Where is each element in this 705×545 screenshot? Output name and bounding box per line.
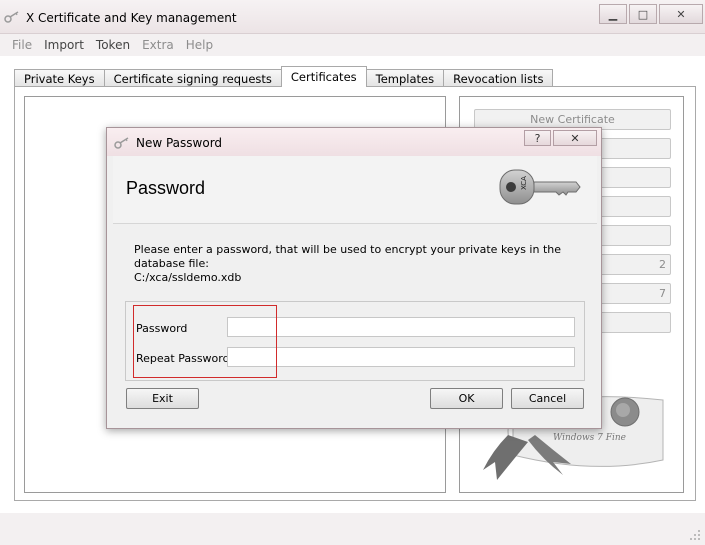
tab-revocation-lists[interactable]: Revocation lists [443,69,554,87]
close-button[interactable]: ✕ [659,4,703,24]
password-label: Password [136,322,188,335]
password-form: Password Repeat Password [125,301,585,381]
tab-bar: Private Keys Certificate signing request… [14,66,554,87]
dialog-header: Password XCA [113,156,597,224]
maximize-button[interactable]: □ [629,4,657,24]
repeat-password-input[interactable] [227,347,575,367]
window-title: X Certificate and Key management [26,11,237,25]
menu-extra[interactable]: Extra [142,38,174,52]
cancel-button[interactable]: Cancel [511,388,584,409]
ribbon-text: Windows 7 Fine [553,433,626,443]
minimize-button[interactable]: ▁ [599,4,627,24]
dialog-controls: ? ✕ [522,130,597,146]
ok-button[interactable]: OK [430,388,503,409]
menu-help[interactable]: Help [186,38,213,52]
dialog-heading: Password [126,178,206,198]
password-input[interactable] [227,317,575,337]
maximize-icon: □ [637,7,649,21]
tab-certificates[interactable]: Certificates [280,66,367,87]
menu-token[interactable]: Token [96,38,130,52]
dialog-close-button[interactable]: ✕ [553,130,597,146]
dialog-description: Please enter a password, that will be us… [134,243,594,285]
key-icon: XCA [499,169,581,205]
close-icon: ✕ [676,7,686,21]
menubar: File Import Token Extra Help [0,34,705,56]
description-line-1: Please enter a password, that will be us… [134,243,562,270]
dialog-key-icon [114,137,129,149]
window-controls: ▁ □ ✕ [599,4,703,24]
dialog-title: New Password [136,136,223,150]
new-password-dialog: New Password ? ✕ Password XCA Please ent… [106,127,602,429]
menu-file[interactable]: File [12,38,32,52]
new-certificate-label: New Certificate [530,113,615,126]
help-button[interactable]: ? [524,130,551,146]
key-label: XCA [520,176,528,190]
menu-import[interactable]: Import [44,38,84,52]
resize-grip-icon[interactable] [689,529,701,541]
tab-private-keys[interactable]: Private Keys [14,69,105,87]
app-key-icon [4,11,19,23]
exit-button[interactable]: Exit [126,388,199,409]
tab-certificate-signing-requests[interactable]: Certificate signing requests [103,69,282,87]
dialog-titlebar[interactable]: New Password ? ✕ [107,128,601,156]
dialog-close-icon: ✕ [570,131,580,145]
help-icon: ? [534,131,541,145]
minimize-icon: ▁ [608,7,618,21]
repeat-password-label: Repeat Password [136,352,230,365]
status-bar [0,513,705,545]
database-file-path: C:/xca/ssldemo.xdb [134,271,242,284]
side-button-6-label: 2 [659,258,666,271]
side-button-7-label: 7 [659,287,666,300]
tab-templates[interactable]: Templates [365,69,445,87]
main-titlebar[interactable]: X Certificate and Key management ▁ □ ✕ [0,0,705,34]
